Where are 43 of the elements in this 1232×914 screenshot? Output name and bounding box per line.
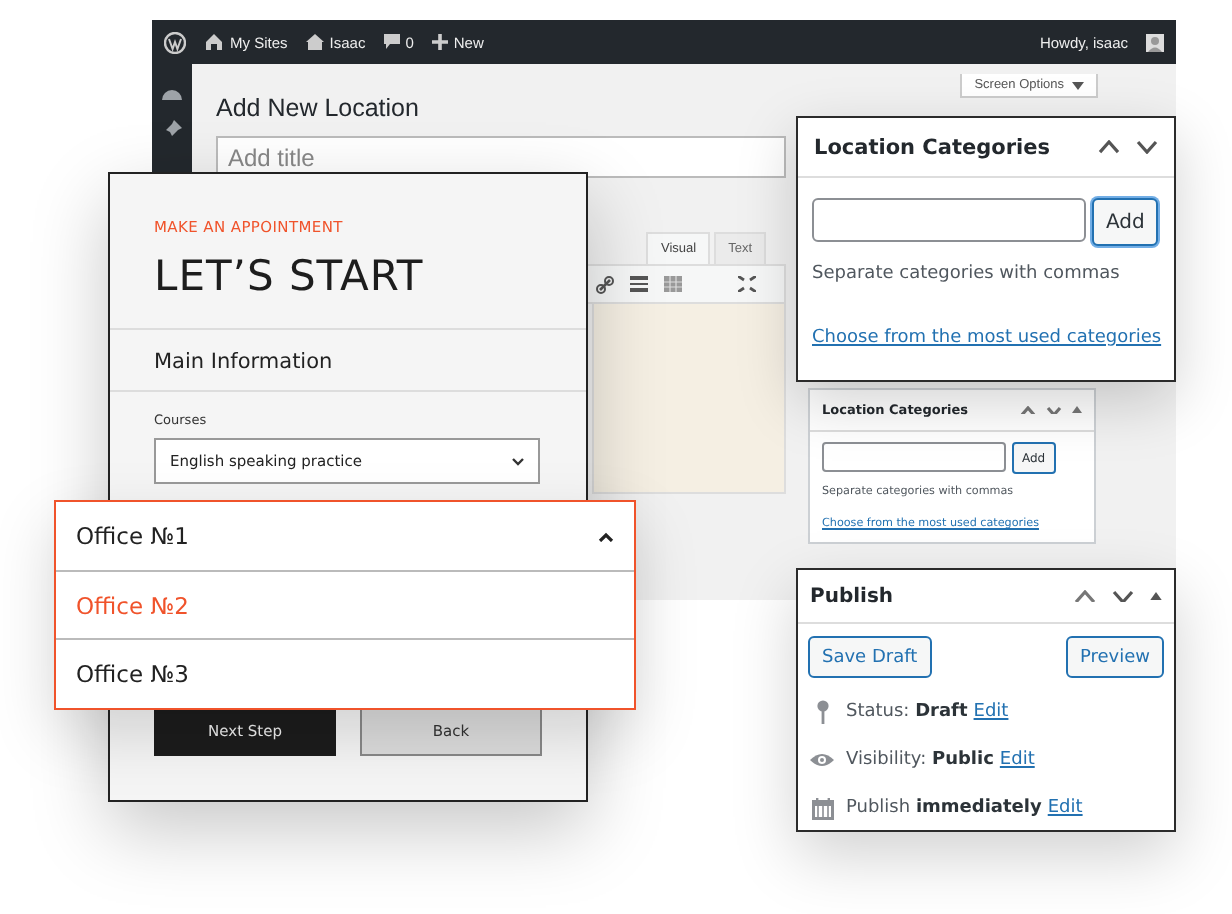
save-draft-button[interactable]: Save Draft xyxy=(808,636,932,678)
category-field[interactable] xyxy=(812,198,1086,242)
chevron-down-icon[interactable] xyxy=(1136,140,1158,154)
panel-title: Location Categories xyxy=(814,135,1052,159)
office-option[interactable]: Office №2 xyxy=(56,570,634,638)
chevron-down-icon[interactable] xyxy=(1046,405,1062,415)
section-title: Main Information xyxy=(152,348,335,378)
eye-icon xyxy=(810,752,834,768)
chevron-up-icon[interactable] xyxy=(1098,140,1120,154)
preview-button[interactable]: Preview xyxy=(1065,636,1164,678)
link-icon[interactable] xyxy=(596,275,614,293)
publish-setting: Visibility: Public xyxy=(846,750,994,770)
home-icon xyxy=(305,34,324,50)
chevron-down-icon xyxy=(512,457,524,465)
edit-link[interactable]: Edit xyxy=(999,750,1035,770)
edit-link[interactable]: Edit xyxy=(973,702,1009,722)
publish-setting: Publish immediately xyxy=(846,798,1042,818)
triangle-icon[interactable] xyxy=(1072,406,1082,414)
wordpress-logo-icon[interactable] xyxy=(164,31,186,53)
calendar-icon xyxy=(811,797,833,819)
chevron-down-icon[interactable] xyxy=(1112,589,1134,603)
most-used-link[interactable]: Choose from the most used categories xyxy=(812,328,1160,348)
chevron-up-icon[interactable] xyxy=(1074,589,1096,603)
category-field[interactable] xyxy=(822,442,1006,472)
office-option[interactable]: Office №3 xyxy=(56,638,634,706)
add-button[interactable]: Add xyxy=(1092,198,1159,246)
chevron-up-icon[interactable] xyxy=(1020,405,1036,415)
triangle-icon[interactable] xyxy=(1150,591,1162,601)
fullscreen-icon[interactable] xyxy=(738,276,756,292)
page-title: Add New Location xyxy=(216,94,421,124)
title-field[interactable]: Add title xyxy=(216,136,786,178)
panel-title: Publish xyxy=(810,585,896,607)
comment-icon xyxy=(383,34,400,50)
publish-setting: Status: Draft xyxy=(846,702,968,722)
hint-text: Separate categories with commas xyxy=(812,264,1122,284)
caret-down-icon xyxy=(1072,81,1084,89)
office-select[interactable]: Office №1 xyxy=(56,502,634,570)
avatar-icon[interactable] xyxy=(1146,33,1164,51)
plus-icon xyxy=(431,34,448,50)
form-title: LET’S START xyxy=(154,252,426,300)
dashboard-icon[interactable] xyxy=(162,84,182,100)
divider-icon[interactable] xyxy=(630,276,648,292)
edit-link[interactable]: Edit xyxy=(1047,798,1083,818)
